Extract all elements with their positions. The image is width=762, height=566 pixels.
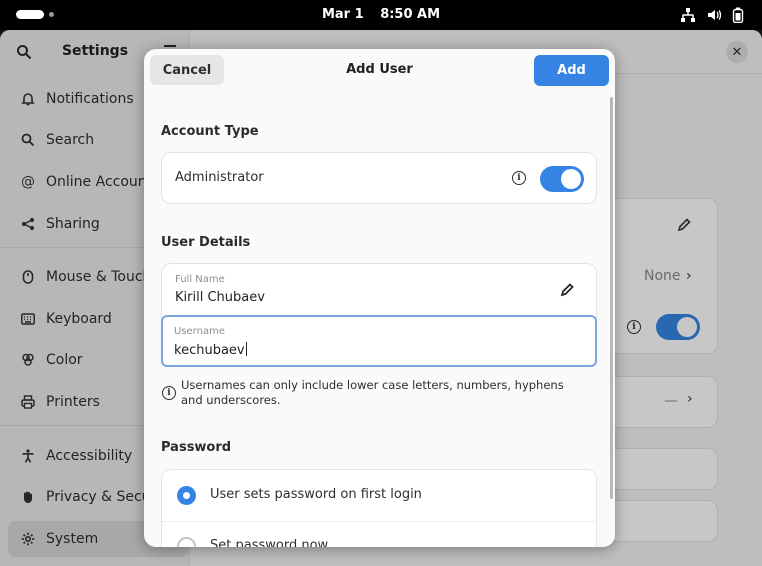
section-title-password: Password bbox=[161, 440, 232, 455]
desktop-screen: Mar 1 8:50 AM Settings Notifications Sea… bbox=[0, 0, 762, 566]
account-type-card: Administrator i bbox=[161, 152, 597, 204]
clock-date: Mar 1 bbox=[321, 7, 364, 22]
section-title-user-details: User Details bbox=[161, 235, 251, 250]
info-icon[interactable]: i bbox=[512, 171, 526, 185]
dialog-header: Cancel Add User Add bbox=[144, 49, 615, 93]
row-divider bbox=[162, 521, 596, 522]
option-first-login-label[interactable]: User sets password on first login bbox=[210, 487, 422, 502]
scrollbar[interactable] bbox=[610, 97, 613, 499]
password-card: User sets password on first login Set pa… bbox=[161, 469, 597, 547]
username-caption: Username bbox=[174, 326, 225, 337]
volume-icon bbox=[706, 7, 722, 23]
battery-icon bbox=[732, 7, 744, 23]
administrator-toggle[interactable] bbox=[540, 166, 584, 192]
full-name-caption: Full Name bbox=[175, 274, 225, 285]
clock[interactable]: Mar 1 8:50 AM bbox=[0, 0, 762, 30]
toggle-knob bbox=[561, 169, 581, 189]
top-bar: Mar 1 8:50 AM bbox=[0, 0, 762, 30]
info-icon: i bbox=[162, 386, 176, 400]
administrator-label: Administrator bbox=[175, 170, 264, 185]
radio-set-now[interactable] bbox=[177, 537, 196, 547]
section-title-account-type: Account Type bbox=[161, 124, 259, 139]
add-button[interactable]: Add bbox=[534, 55, 609, 86]
username-field[interactable]: kechubaev bbox=[174, 342, 247, 358]
text-caret bbox=[245, 342, 247, 356]
full-name-field[interactable]: Kirill Chubaev bbox=[175, 290, 265, 305]
option-set-now-label[interactable]: Set password now bbox=[210, 538, 328, 547]
username-value: kechubaev bbox=[174, 343, 245, 358]
system-tray[interactable] bbox=[680, 6, 744, 24]
radio-first-login[interactable] bbox=[177, 486, 196, 505]
username-hint: Usernames can only include lower case le… bbox=[181, 378, 564, 407]
network-icon bbox=[680, 7, 696, 23]
clock-time: 8:50 AM bbox=[380, 7, 441, 22]
add-user-dialog: Cancel Add User Add Account Type Adminis… bbox=[144, 49, 615, 547]
edit-icon[interactable] bbox=[560, 282, 574, 301]
username-field-container[interactable]: Username kechubaev bbox=[161, 315, 597, 367]
